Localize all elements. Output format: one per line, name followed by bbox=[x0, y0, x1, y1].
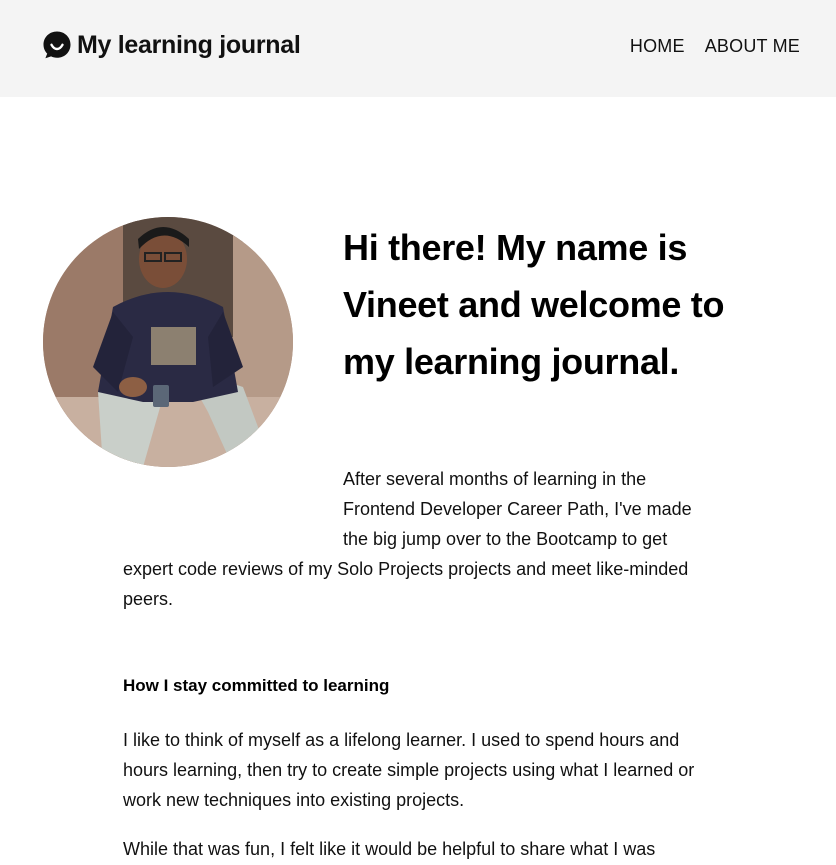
brand[interactable]: My learning journal bbox=[42, 30, 301, 60]
nav-about-link[interactable]: ABOUT ME bbox=[705, 36, 800, 57]
intro-line: After several months of learning in the bbox=[343, 469, 647, 489]
intro-line: peers. bbox=[123, 589, 174, 609]
profile-photo bbox=[43, 217, 293, 467]
chat-bubble-icon bbox=[42, 30, 72, 60]
intro-line: Frontend Developer Career Path, I've mad… bbox=[343, 499, 692, 519]
main-nav: HOME ABOUT ME bbox=[610, 36, 800, 57]
intro-paragraph: After several months of learning in the … bbox=[123, 464, 715, 614]
nav-home-link[interactable]: HOME bbox=[630, 36, 685, 57]
intro-line: the big jump over to the Bootcamp to get bbox=[343, 529, 668, 549]
intro-line: expert code reviews of my Solo Projects … bbox=[123, 559, 689, 579]
site-header: My learning journal HOME ABOUT ME bbox=[0, 0, 836, 97]
hero-title: Hi there! My name is Vineet and welcome … bbox=[343, 227, 725, 382]
section-paragraph: While that was fun, I felt like it would… bbox=[123, 839, 656, 859]
section-heading: How I stay committed to learning bbox=[123, 676, 390, 695]
section-paragraph: I like to think of myself as a lifelong … bbox=[123, 730, 695, 810]
site-title: My learning journal bbox=[77, 30, 301, 59]
